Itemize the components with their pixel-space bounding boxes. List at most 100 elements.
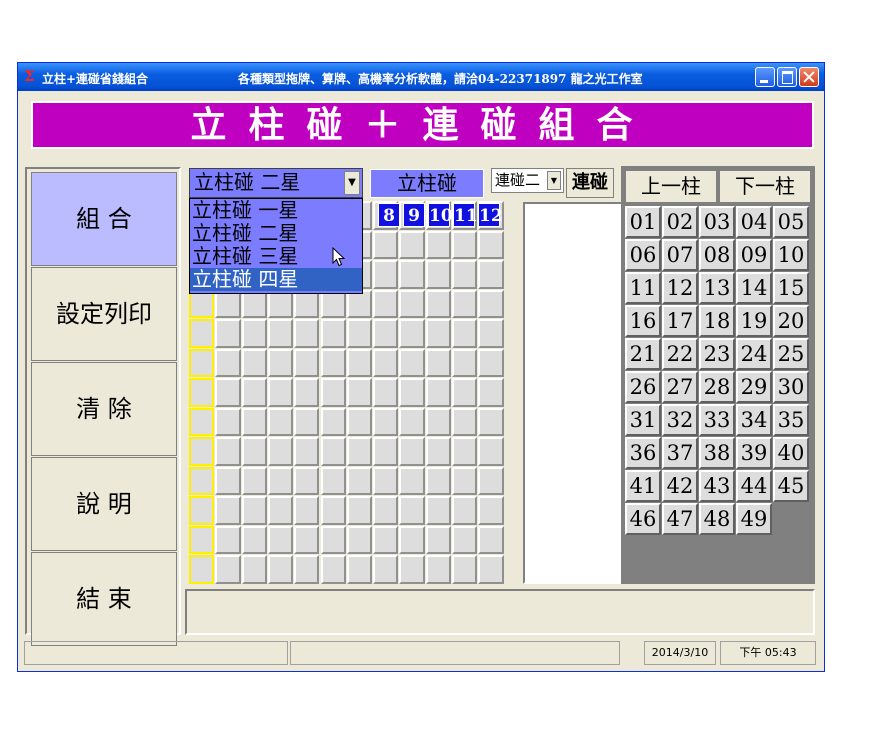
number-button[interactable]: 12 [662, 272, 698, 304]
number-button[interactable]: 04 [736, 206, 772, 238]
grid-cell[interactable] [373, 466, 399, 495]
grid-cell[interactable] [189, 437, 215, 466]
print-settings-button[interactable]: 設定列印 [31, 267, 177, 361]
grid-cell[interactable] [241, 319, 267, 348]
grid-cell[interactable] [241, 555, 267, 584]
number-button[interactable]: 19 [736, 305, 772, 337]
grid-cell[interactable] [373, 525, 399, 554]
grid-cell[interactable] [452, 555, 478, 584]
number-button[interactable]: 22 [662, 338, 698, 370]
grid-cell[interactable] [215, 466, 241, 495]
grid-cell[interactable] [267, 466, 294, 495]
number-button[interactable]: 11 [625, 272, 661, 304]
number-button[interactable]: 05 [773, 206, 809, 238]
grid-cell[interactable] [346, 407, 373, 436]
grid-cell[interactable] [241, 348, 267, 377]
grid-cell[interactable] [346, 466, 373, 495]
grid-cell[interactable] [294, 378, 320, 407]
number-button[interactable]: 44 [736, 470, 772, 502]
grid-cell[interactable] [294, 407, 320, 436]
prev-column-button[interactable]: 上一柱 [625, 170, 717, 203]
grid-cell[interactable] [267, 555, 294, 584]
grid-cell[interactable] [425, 230, 451, 259]
grid-cell[interactable] [320, 407, 346, 436]
grid-cell[interactable] [452, 319, 478, 348]
grid-cell[interactable] [452, 230, 478, 259]
grid-cell[interactable] [241, 496, 267, 525]
grid-cell[interactable] [373, 319, 399, 348]
grid-cell[interactable] [241, 466, 267, 495]
grid-cell[interactable] [320, 496, 346, 525]
grid-cell[interactable] [452, 378, 478, 407]
grid-cell[interactable] [320, 525, 346, 554]
number-button[interactable]: 47 [662, 503, 698, 535]
grid-cell[interactable] [241, 525, 267, 554]
grid-cell[interactable] [267, 496, 294, 525]
grid-cell[interactable] [294, 437, 320, 466]
number-button[interactable]: 32 [662, 404, 698, 436]
lianpeng-button[interactable]: 連碰 [566, 168, 614, 198]
number-button[interactable]: 16 [625, 305, 661, 337]
grid-cell[interactable] [241, 378, 267, 407]
maximize-icon[interactable] [777, 67, 797, 87]
number-button[interactable]: 48 [699, 503, 735, 535]
grid-cell[interactable] [346, 496, 373, 525]
grid-cell[interactable] [215, 437, 241, 466]
grid-cell[interactable] [189, 348, 215, 377]
grid-cell[interactable] [189, 378, 215, 407]
grid-cell[interactable] [425, 378, 451, 407]
grid-cell[interactable] [399, 496, 425, 525]
grid-cell[interactable] [452, 289, 478, 318]
grid-cell[interactable] [399, 407, 425, 436]
number-button[interactable]: 10 [773, 239, 809, 271]
grid-cell[interactable] [452, 466, 478, 495]
grid-cell[interactable] [215, 555, 241, 584]
grid-cell[interactable] [346, 555, 373, 584]
grid-cell[interactable] [478, 555, 504, 584]
grid-cell[interactable] [478, 407, 504, 436]
grid-cell[interactable] [399, 378, 425, 407]
number-button[interactable]: 38 [699, 437, 735, 469]
grid-cell[interactable] [399, 260, 425, 289]
grid-cell[interactable] [373, 289, 399, 318]
grid-cell[interactable] [294, 319, 320, 348]
grid-cell[interactable] [399, 289, 425, 318]
grid-cell[interactable] [478, 466, 504, 495]
number-button[interactable]: 40 [773, 437, 809, 469]
exit-button[interactable]: 結 束 [31, 552, 177, 646]
grid-cell[interactable] [373, 230, 399, 259]
number-button[interactable]: 02 [662, 206, 698, 238]
grid-cell[interactable] [294, 525, 320, 554]
grid-cell[interactable] [399, 319, 425, 348]
number-button[interactable]: 29 [736, 371, 772, 403]
grid-cell[interactable] [320, 437, 346, 466]
grid-cell[interactable] [294, 496, 320, 525]
grid-cell[interactable] [425, 348, 451, 377]
grid-cell[interactable] [478, 289, 504, 318]
number-button[interactable]: 46 [625, 503, 661, 535]
grid-cell[interactable] [478, 319, 504, 348]
grid-cell[interactable] [478, 496, 504, 525]
grid-cell[interactable] [478, 525, 504, 554]
grid-cell[interactable] [425, 407, 451, 436]
dropdown-option[interactable]: 立柱碰 一星 [190, 199, 362, 222]
grid-cell[interactable] [294, 466, 320, 495]
help-button[interactable]: 說 明 [31, 457, 177, 551]
grid-cell[interactable] [373, 348, 399, 377]
grid-cell[interactable] [320, 348, 346, 377]
grid-cell[interactable] [478, 348, 504, 377]
grid-cell[interactable] [452, 348, 478, 377]
grid-cell[interactable] [267, 407, 294, 436]
grid-cell[interactable] [399, 525, 425, 554]
number-button[interactable]: 14 [736, 272, 772, 304]
number-button[interactable]: 13 [699, 272, 735, 304]
dropdown-option[interactable]: 立柱碰 二星 [190, 222, 362, 245]
chevron-down-icon[interactable]: ▼ [547, 171, 561, 190]
result-listbox[interactable] [523, 202, 631, 584]
type-select[interactable]: 立柱碰 二星 ▼ [189, 168, 363, 198]
number-button[interactable]: 07 [662, 239, 698, 271]
grid-cell[interactable] [267, 378, 294, 407]
grid-cell[interactable] [452, 496, 478, 525]
number-button[interactable]: 30 [773, 371, 809, 403]
number-button[interactable]: 03 [699, 206, 735, 238]
